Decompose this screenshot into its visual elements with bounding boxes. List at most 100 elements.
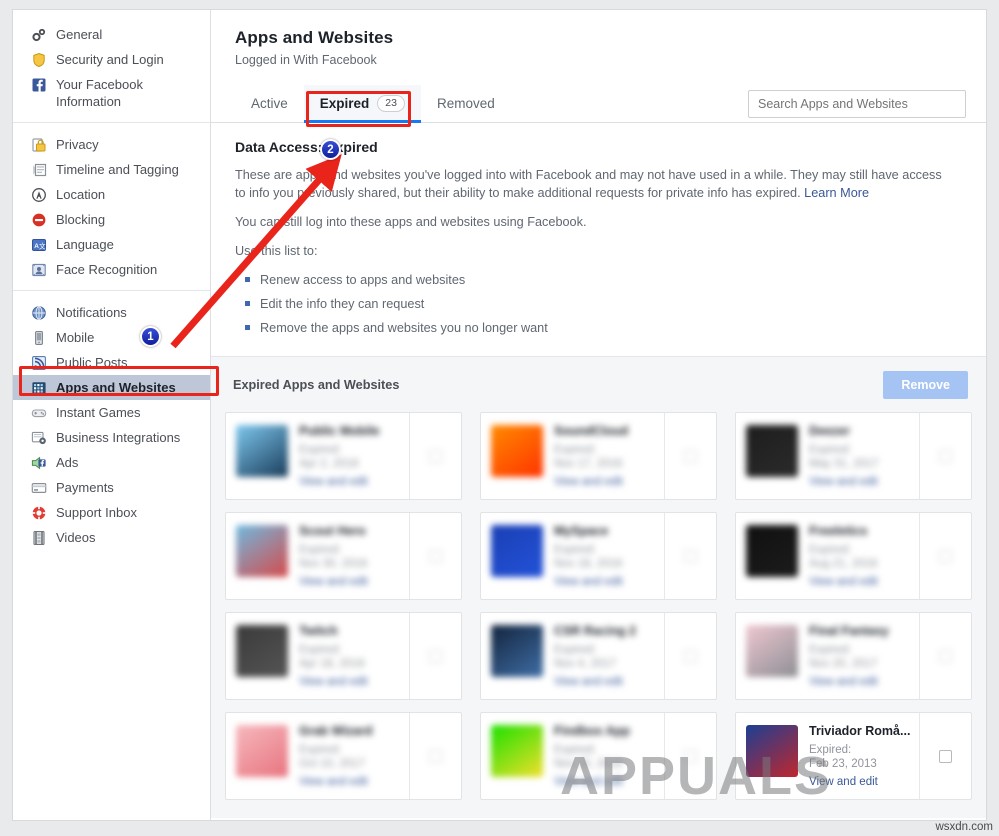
sidebar-item-ads[interactable]: Ads <box>13 450 210 475</box>
sidebar-item-apps-and-websites[interactable]: Apps and Websites <box>13 375 210 400</box>
app-icon <box>236 725 288 777</box>
sidebar-item-general[interactable]: General <box>13 22 210 47</box>
app-card[interactable]: Freeletics Expired: Aug 21, 2016 View and e… <box>735 512 972 600</box>
learn-more-link[interactable]: Learn More <box>804 186 869 200</box>
tab-removed[interactable]: Removed <box>421 85 511 123</box>
film-icon <box>31 530 47 546</box>
sidebar-item-business-integrations[interactable]: Business Integrations <box>13 425 210 450</box>
app-expiry-label: Expired: <box>299 644 342 656</box>
app-card-text: CSR Racing 2 Expired: Nov 4, 2017 View and … <box>554 623 656 689</box>
app-name: Grab Wizard <box>299 724 373 738</box>
view-and-edit-link[interactable]: View and edit <box>809 676 911 688</box>
app-select-checkbox[interactable] <box>939 649 952 663</box>
app-card[interactable]: Triviador Romå... Expired: Feb 23, 2013 Vie… <box>735 712 972 800</box>
sidebar-item-notifications[interactable]: Notifications <box>13 300 210 325</box>
app-card[interactable]: SoundCloud Expired: Nov 17, 2016 View and e… <box>480 412 717 500</box>
view-and-edit-link[interactable]: View and edit <box>299 576 401 588</box>
card-icon <box>31 480 47 496</box>
view-and-edit-link[interactable]: View and edit <box>299 776 401 788</box>
app-expiry-label: Expired: <box>554 644 597 656</box>
sidebar-item-support-inbox[interactable]: Support Inbox <box>13 500 210 525</box>
app-select-checkbox[interactable] <box>684 449 697 463</box>
app-expiry: Expired: Oct 10, 2017 <box>299 743 401 771</box>
app-card[interactable]: MySpace Expired: Nov 18, 2016 View and edit <box>480 512 717 600</box>
app-card[interactable]: Deezer Expired: May 31, 2017 View and edit <box>735 412 972 500</box>
app-icon <box>236 625 288 677</box>
app-select-checkbox[interactable] <box>429 549 442 563</box>
gamepad-icon <box>31 405 47 421</box>
search-input[interactable] <box>748 89 966 118</box>
sidebar-item-payments[interactable]: Payments <box>13 475 210 500</box>
sidebar-item-your-facebook-information[interactable]: Your Facebook Information <box>13 72 210 114</box>
app-card[interactable]: Final Fantasy Expired: Nov 20, 2017 View an… <box>735 612 972 700</box>
sidebar-item-privacy[interactable]: Privacy <box>13 132 210 157</box>
app-select-checkbox[interactable] <box>939 749 952 763</box>
app-card-main: Deezer Expired: May 31, 2017 View and edit <box>736 413 919 499</box>
sidebar-item-videos[interactable]: Videos <box>13 525 210 550</box>
app-checkbox-cell <box>919 613 971 699</box>
view-and-edit-link[interactable]: View and edit <box>809 576 911 588</box>
app-name: Deezer <box>809 424 850 438</box>
app-select-checkbox[interactable] <box>939 449 952 463</box>
app-name: SoundCloud <box>554 424 629 438</box>
sidebar-item-security-and-login[interactable]: Security and Login <box>13 47 210 72</box>
remove-button[interactable]: Remove <box>883 371 968 399</box>
app-select-checkbox[interactable] <box>429 449 442 463</box>
sidebar-item-timeline-and-tagging[interactable]: Timeline and Tagging <box>13 157 210 182</box>
app-select-checkbox[interactable] <box>684 649 697 663</box>
sidebar-item-public-posts[interactable]: Public Posts <box>13 350 210 375</box>
ads-icon <box>31 455 47 471</box>
block-icon <box>31 212 47 228</box>
view-and-edit-link[interactable]: View and edit <box>554 676 656 688</box>
app-select-checkbox[interactable] <box>684 549 697 563</box>
view-and-edit-link[interactable]: View and edit <box>554 476 656 488</box>
tab-count-badge: 23 <box>377 95 405 112</box>
app-card[interactable]: Twitch Expired: Apr 18, 2016 View and edit <box>225 612 462 700</box>
face-icon <box>31 262 47 278</box>
view-and-edit-link[interactable]: View and edit <box>299 476 401 488</box>
app-expiry-date: May 31, 2017 <box>809 458 879 470</box>
sidebar-item-label: Mobile <box>56 330 95 345</box>
app-card[interactable]: Public Mobile Expired: Apr 2, 2018 View and… <box>225 412 462 500</box>
info-bullet-item: Remove the apps and websites you no long… <box>241 319 962 343</box>
app-expiry-date: Oct 10, 2017 <box>299 758 365 770</box>
sidebar-item-label: Public Posts <box>56 355 128 370</box>
app-icon <box>491 525 543 577</box>
view-and-edit-link[interactable]: View and edit <box>554 576 656 588</box>
sidebar-item-mobile[interactable]: Mobile <box>13 325 210 350</box>
language-icon: A文 <box>31 237 47 253</box>
svg-text:文: 文 <box>39 242 46 251</box>
sidebar-item-label: Payments <box>56 480 114 495</box>
sidebar-item-face-recognition[interactable]: Face Recognition <box>13 257 210 282</box>
view-and-edit-link[interactable]: View and edit <box>809 476 911 488</box>
app-select-checkbox[interactable] <box>684 749 697 763</box>
sidebar-item-blocking[interactable]: Blocking <box>13 207 210 232</box>
sidebar-item-location[interactable]: Location <box>13 182 210 207</box>
app-select-checkbox[interactable] <box>429 749 442 763</box>
app-select-checkbox[interactable] <box>939 549 952 563</box>
sidebar-item-language[interactable]: A 文 Language <box>13 232 210 257</box>
view-and-edit-link[interactable]: View and edit <box>554 776 656 788</box>
app-expiry-label: Expired: <box>809 644 852 656</box>
view-and-edit-link[interactable]: View and edit <box>809 776 911 788</box>
app-expiry-date: Nov 18, 2016 <box>554 558 623 570</box>
sidebar-item-instant-games[interactable]: Instant Games <box>13 400 210 425</box>
sidebar-item-label: Timeline and Tagging <box>56 162 179 177</box>
app-card[interactable]: Findbox App Expired: Nov 15, 2016 View and … <box>480 712 717 800</box>
sidebar-item-label: Security and Login <box>56 52 164 67</box>
tab-expired[interactable]: Expired 23 <box>303 84 421 123</box>
globe-icon <box>31 305 47 321</box>
sidebar-item-label: Notifications <box>56 305 127 320</box>
app-card[interactable]: Grab Wizard Expired: Oct 10, 2017 View and … <box>225 712 462 800</box>
app-checkbox-cell <box>664 413 716 499</box>
app-card-text: Grab Wizard Expired: Oct 10, 2017 View and … <box>299 723 401 789</box>
app-card[interactable]: CSR Racing 2 Expired: Nov 4, 2017 View and … <box>480 612 717 700</box>
info-paragraph-2: You can still log into these apps and we… <box>235 215 587 229</box>
app-select-checkbox[interactable] <box>429 649 442 663</box>
tab-active[interactable]: Active <box>235 85 304 123</box>
app-icon <box>491 425 543 477</box>
app-card[interactable]: Scout Hero Expired: Nov 30, 2016 View and e… <box>225 512 462 600</box>
app-card-text: Scout Hero Expired: Nov 30, 2016 View and e… <box>299 523 401 589</box>
view-and-edit-link[interactable]: View and edit <box>299 676 401 688</box>
app-name: Triviador Romå... <box>809 724 911 738</box>
